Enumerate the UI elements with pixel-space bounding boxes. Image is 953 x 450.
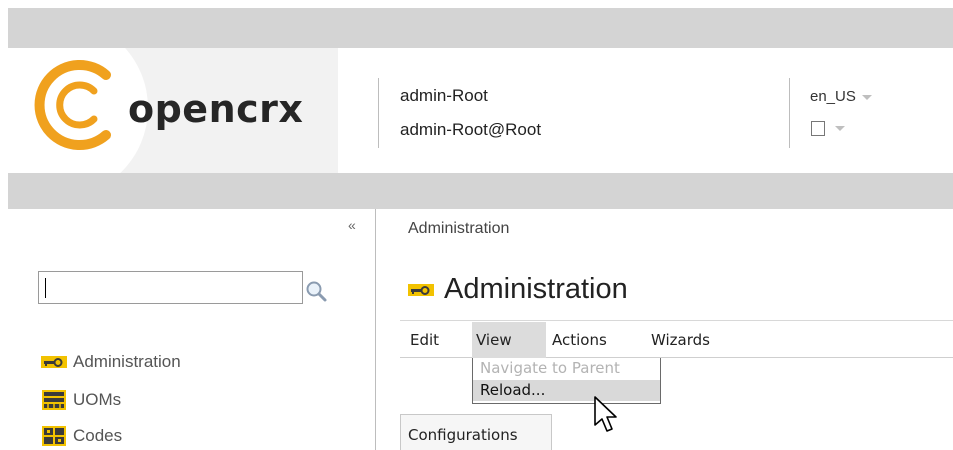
- user-name: admin-Root: [400, 86, 488, 105]
- collapse-sidebar-button[interactable]: «: [348, 217, 356, 233]
- text-cursor: [45, 278, 46, 298]
- sidebar: « Administration UOMs Codes: [8, 209, 375, 450]
- key-icon: [408, 283, 434, 296]
- layout-selector[interactable]: [811, 120, 845, 138]
- divider: [400, 320, 953, 321]
- mouse-pointer-icon: [594, 396, 617, 432]
- page-title: Administration: [408, 273, 628, 306]
- menu-bar: Edit View Actions Wizards: [400, 322, 953, 358]
- locale-label: en_US: [810, 88, 856, 105]
- menu-item-reload[interactable]: Reload...: [473, 380, 660, 401]
- menu-actions[interactable]: Actions: [548, 322, 611, 358]
- app-header: opencrx admin-Root admin-Root@Root en_US: [8, 48, 953, 173]
- header-divider: [378, 78, 379, 148]
- key-icon: [41, 356, 67, 368]
- sidebar-item-label: Administration: [73, 352, 181, 371]
- search-input[interactable]: [38, 271, 303, 304]
- ruler-icon: [42, 390, 66, 410]
- sidebar-item-label: UOMs: [73, 390, 122, 409]
- header-bottom-band: [8, 173, 953, 209]
- checkbox[interactable]: [811, 121, 825, 137]
- logo-c-icon: [34, 60, 111, 150]
- chevron-down-icon: [861, 94, 872, 100]
- page-title-text: Administration: [444, 273, 628, 305]
- codes-icon: [42, 426, 66, 446]
- chevron-down-icon: [835, 126, 845, 132]
- tab-configurations[interactable]: Configurations: [400, 414, 552, 450]
- sidebar-item-label: Codes: [73, 426, 123, 445]
- menu-edit[interactable]: Edit: [406, 322, 443, 358]
- logo-text: opencrx: [128, 87, 304, 131]
- header-divider: [789, 78, 790, 148]
- logo[interactable]: opencrx: [8, 48, 338, 173]
- locale-selector[interactable]: en_US: [810, 88, 872, 105]
- menu-item-navigate-to-parent: Navigate to Parent: [480, 359, 620, 377]
- view-dropdown-menu: Navigate to Parent Reload...: [472, 358, 661, 404]
- search-icon[interactable]: [304, 279, 328, 303]
- breadcrumb[interactable]: Administration: [408, 220, 509, 238]
- top-band: [8, 8, 953, 48]
- sidebar-item-uoms[interactable]: UOMs: [41, 389, 121, 411]
- menu-wizards[interactable]: Wizards: [647, 322, 714, 358]
- sidebar-item-codes[interactable]: Codes: [41, 425, 122, 447]
- sidebar-item-administration[interactable]: Administration: [41, 352, 181, 372]
- pane-divider[interactable]: [375, 209, 376, 450]
- menu-view[interactable]: View: [472, 322, 546, 358]
- user-email: admin-Root@Root: [400, 120, 542, 139]
